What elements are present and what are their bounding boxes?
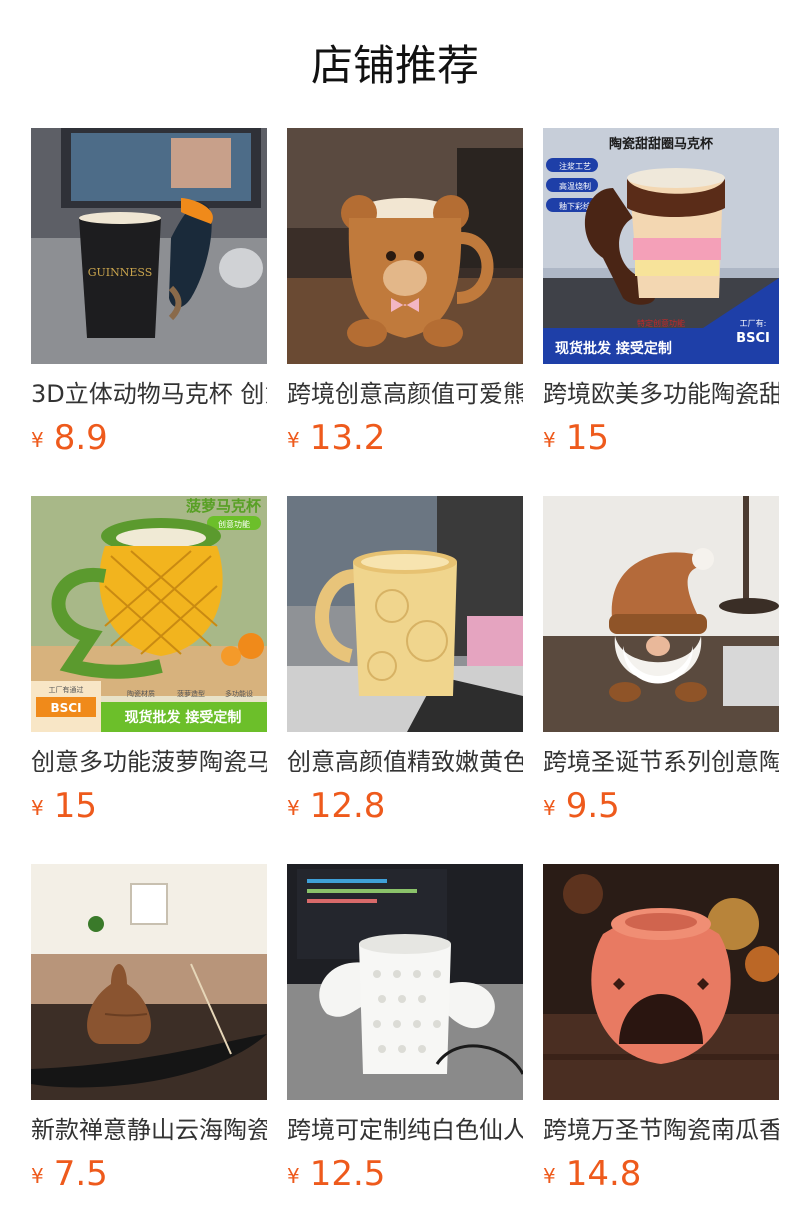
product-grid: GUINNESS 3D立体动物马克杯 创意动物造型陶瓷杯 ¥8.9: [31, 128, 790, 1232]
cert-label: BSCI: [50, 701, 81, 715]
image-headline: 陶瓷甜甜圈马克杯: [609, 136, 714, 152]
product-price: ¥15: [31, 786, 267, 826]
feature-tag: 陶瓷材质: [127, 689, 155, 698]
donut-mug-photo: 陶瓷甜甜圈马克杯 注浆工艺 高温烧制 釉下彩绘 特定创意功能 现货批发 接受定制: [543, 128, 779, 364]
feature-tag: 菠萝造型: [177, 689, 205, 698]
currency-symbol: ¥: [543, 796, 556, 820]
image-sub-badge: 创意功能: [218, 519, 250, 529]
product-card[interactable]: 菠萝马克杯 创意功能 工厂有通过 BSCI 陶瓷材质 菠萝造型 多功能设 现货批…: [31, 496, 267, 864]
product-card[interactable]: 跨境圣诞节系列创意陶瓷侏儒 ¥9.5: [543, 496, 779, 864]
product-name[interactable]: 跨境欧美多功能陶瓷甜甜圈马克杯: [543, 378, 779, 410]
feature-tag: 釉下彩绘: [559, 201, 591, 211]
product-card[interactable]: GUINNESS 3D立体动物马克杯 创意动物造型陶瓷杯 ¥8.9: [31, 128, 267, 496]
price-value: 14.8: [565, 1154, 642, 1194]
product-price: ¥15: [543, 418, 779, 458]
product-name[interactable]: 3D立体动物马克杯 创意动物造型陶瓷杯: [31, 378, 267, 410]
product-card[interactable]: 跨境可定制纯白色仙人掌陶瓷杯 ¥12.5: [287, 864, 523, 1232]
price-value: 8.9: [53, 418, 108, 458]
product-name[interactable]: 创意多功能菠萝陶瓷马克杯: [31, 746, 267, 778]
product-image[interactable]: [31, 864, 267, 1100]
product-price: ¥13.2: [287, 418, 523, 458]
product-price: ¥12.8: [287, 786, 523, 826]
mug-print-text: GUINNESS: [88, 266, 153, 279]
product-card[interactable]: 新款禅意静山云海陶瓷香插 ¥7.5: [31, 864, 267, 1232]
feature-tag: 高温烧制: [559, 181, 591, 191]
factory-label: 工厂有通过: [49, 685, 84, 694]
product-price: ¥7.5: [31, 1154, 267, 1194]
product-card[interactable]: 创意高颜值精致嫩黄色花朵浮雕杯 ¥12.8: [287, 496, 523, 864]
product-name[interactable]: 跨境可定制纯白色仙人掌陶瓷杯: [287, 1114, 523, 1146]
price-value: 12.5: [309, 1154, 386, 1194]
product-image[interactable]: 菠萝马克杯 创意功能 工厂有通过 BSCI 陶瓷材质 菠萝造型 多功能设 现货批…: [31, 496, 267, 732]
feature-tag: 注浆工艺: [559, 161, 591, 171]
product-name[interactable]: 跨境圣诞节系列创意陶瓷侏儒: [543, 746, 779, 778]
product-name[interactable]: 跨境创意高颜值可爱熊陶瓷杯: [287, 378, 523, 410]
image-note: 特定创意功能: [637, 318, 685, 328]
image-headline: 菠萝马克杯: [186, 497, 262, 515]
currency-symbol: ¥: [287, 428, 300, 452]
cert-label: BSCI: [736, 331, 770, 346]
bear-mug-photo: [287, 128, 523, 364]
currency-symbol: ¥: [31, 1164, 44, 1188]
product-image[interactable]: [287, 864, 523, 1100]
factory-label: 工厂有:: [740, 318, 767, 328]
incense-holder-photo: [31, 864, 267, 1100]
pumpkin-lamp-photo: [543, 864, 779, 1100]
product-card[interactable]: 跨境创意高颜值可爱熊陶瓷杯 ¥13.2: [287, 128, 523, 496]
product-card[interactable]: 陶瓷甜甜圈马克杯 注浆工艺 高温烧制 釉下彩绘 特定创意功能 现货批发 接受定制: [543, 128, 779, 496]
currency-symbol: ¥: [31, 796, 44, 820]
price-value: 7.5: [53, 1154, 108, 1194]
currency-symbol: ¥: [31, 428, 44, 452]
product-card[interactable]: 跨境万圣节陶瓷南瓜香薰灯 ¥14.8: [543, 864, 779, 1232]
product-image[interactable]: GUINNESS: [31, 128, 267, 364]
product-price: ¥9.5: [543, 786, 779, 826]
price-value: 15: [53, 786, 97, 826]
product-name[interactable]: 跨境万圣节陶瓷南瓜香薰灯: [543, 1114, 779, 1146]
product-image[interactable]: [287, 496, 523, 732]
product-price: ¥8.9: [31, 418, 267, 458]
page-title: 店铺推荐: [310, 41, 479, 90]
pineapple-mug-photo: 菠萝马克杯 创意功能 工厂有通过 BSCI 陶瓷材质 菠萝造型 多功能设 现货批…: [31, 496, 267, 732]
price-value: 13.2: [309, 418, 386, 458]
product-name[interactable]: 新款禅意静山云海陶瓷香插: [31, 1114, 267, 1146]
currency-symbol: ¥: [287, 1164, 300, 1188]
product-image[interactable]: [543, 864, 779, 1100]
cactus-mug-photo: [287, 864, 523, 1100]
product-name[interactable]: 创意高颜值精致嫩黄色花朵浮雕杯: [287, 746, 523, 778]
product-price: ¥12.5: [287, 1154, 523, 1194]
toucan-mug-photo: GUINNESS: [31, 128, 267, 364]
currency-symbol: ¥: [543, 428, 556, 452]
currency-symbol: ¥: [287, 796, 300, 820]
image-banner: 现货批发 接受定制: [555, 340, 672, 357]
product-price: ¥14.8: [543, 1154, 779, 1194]
price-value: 15: [565, 418, 609, 458]
price-value: 9.5: [565, 786, 620, 826]
feature-tag: 多功能设: [225, 689, 253, 698]
product-image[interactable]: [287, 128, 523, 364]
product-image[interactable]: 陶瓷甜甜圈马克杯 注浆工艺 高温烧制 釉下彩绘 特定创意功能 现货批发 接受定制: [543, 128, 779, 364]
flower-mug-photo: [287, 496, 523, 732]
product-image[interactable]: [543, 496, 779, 732]
image-banner: 现货批发 接受定制: [125, 709, 242, 726]
gnome-jar-photo: [543, 496, 779, 732]
currency-symbol: ¥: [543, 1164, 556, 1188]
price-value: 12.8: [309, 786, 386, 826]
